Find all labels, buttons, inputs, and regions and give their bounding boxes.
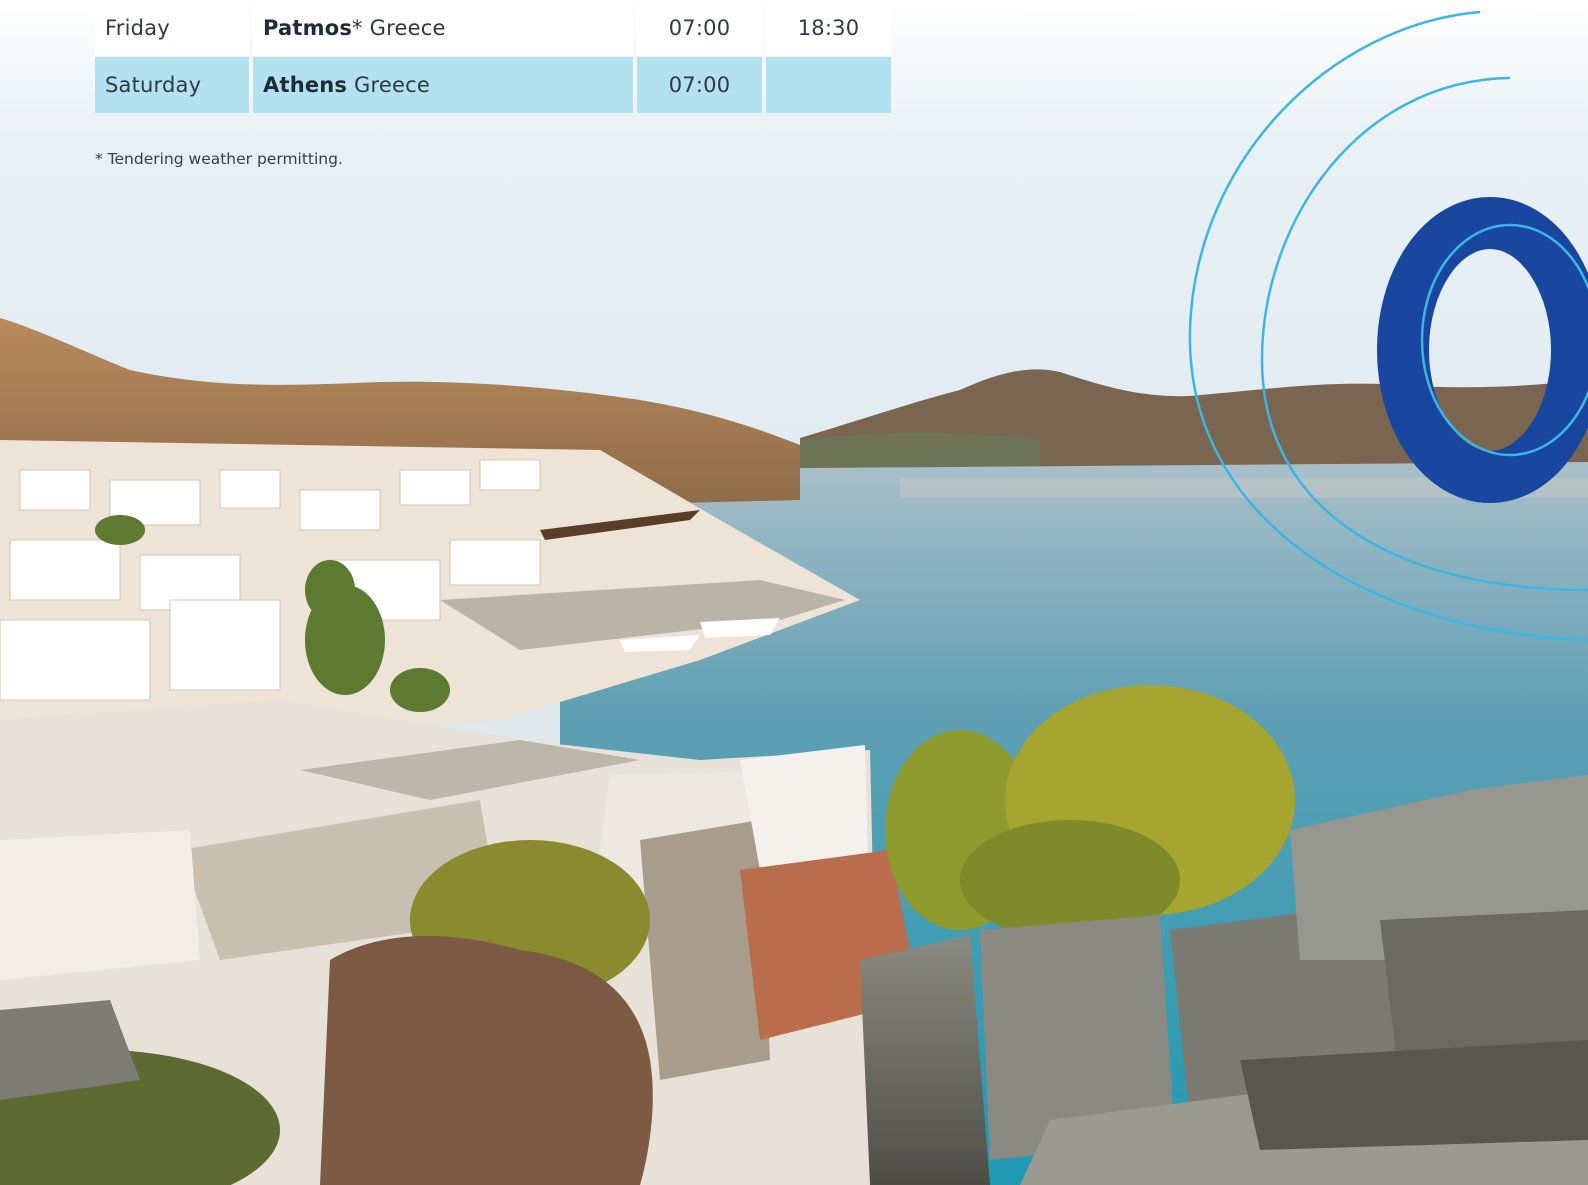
port-mark: * [352,16,363,40]
arrive-cell: 07:00 [637,0,762,56]
port-name: Athens [263,73,348,97]
port-country: Greece [369,16,446,40]
port-cell: Athens Greece [253,57,633,113]
arrive-cell: 07:00 [637,57,762,113]
itinerary-table: Friday Patmos * Greece 07:00 18:30 Saturd… [95,0,891,113]
depart-cell [766,57,891,113]
port-cell: Patmos * Greece [253,0,633,56]
port-country: Greece [354,73,430,97]
tendering-footnote: * Tendering weather permitting. [95,150,343,168]
port-name: Patmos [263,16,353,40]
patmos-harbour-photo [0,0,1588,1185]
day-cell: Saturday [95,57,249,113]
day-cell: Friday [95,0,249,56]
itinerary-row: Saturday Athens Greece 07:00 [95,57,891,113]
itinerary-row: Friday Patmos * Greece 07:00 18:30 [95,0,891,56]
depart-cell: 18:30 [766,0,891,56]
